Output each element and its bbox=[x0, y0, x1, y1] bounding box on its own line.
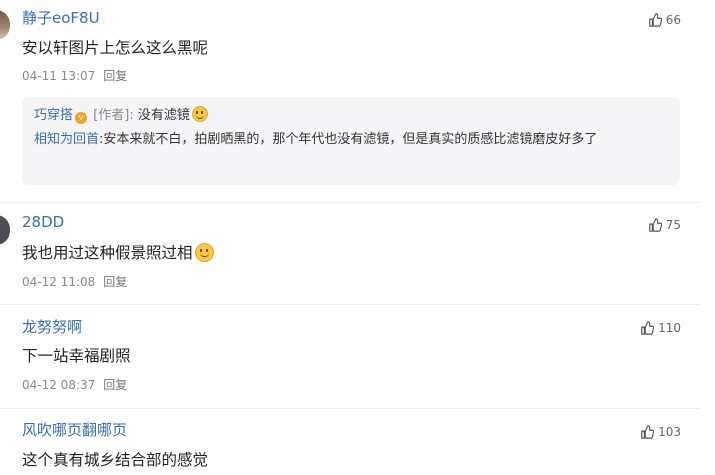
comment-time: 04-12 11:08 bbox=[22, 275, 96, 289]
divider bbox=[0, 304, 700, 305]
thumbs-up-icon bbox=[648, 218, 662, 232]
author-tag: [作者]: bbox=[93, 108, 134, 123]
reply-username[interactable]: 相知为回首 bbox=[34, 132, 99, 147]
comment-username[interactable]: 静子eoF8U bbox=[22, 8, 100, 28]
like-button[interactable]: 75 bbox=[648, 217, 681, 233]
reply-thread: 巧穿搭 v [作者]: 没有滤镜 相知为回首:安本来就不白，拍剧晒黑的，那个年代也… bbox=[22, 97, 680, 185]
thumbs-up-icon bbox=[641, 321, 655, 335]
thumbs-up-icon bbox=[648, 13, 662, 27]
comment-username[interactable]: 龙努努啊 bbox=[22, 317, 82, 337]
reply-item: 巧穿搭 v [作者]: 没有滤镜 bbox=[34, 105, 668, 126]
comment-time: 04-11 13:07 bbox=[22, 69, 96, 83]
reply-button[interactable]: 回复 bbox=[103, 275, 127, 289]
like-button[interactable]: 103 bbox=[640, 424, 681, 440]
reply-button[interactable]: 回复 bbox=[103, 378, 127, 392]
reply-text: 没有滤镜 bbox=[137, 108, 190, 123]
like-button[interactable]: 66 bbox=[648, 12, 681, 28]
comment-meta: 04-12 08:37 回复 bbox=[22, 377, 127, 393]
comment-text: 下一站幸福剧照 bbox=[22, 347, 131, 365]
comment-text: 这个真有城乡结合部的感觉 bbox=[22, 451, 209, 469]
comment-text: 我也用过这种假景照过相 bbox=[22, 242, 214, 264]
comment-text: 安以轩图片上怎么这么黑呢 bbox=[22, 39, 209, 57]
comment-username[interactable]: 28DD bbox=[22, 212, 64, 232]
avatar[interactable] bbox=[0, 10, 10, 40]
comment-text-content: 我也用过这种假景照过相 bbox=[22, 244, 193, 262]
like-count: 66 bbox=[665, 13, 681, 27]
comment-time: 04-12 08:37 bbox=[22, 378, 96, 392]
divider bbox=[0, 202, 700, 203]
reply-text: 安本来就不白，拍剧晒黑的，那个年代也没有滤镜，但是真实的质感比滤镜磨皮好多了 bbox=[103, 132, 598, 147]
like-button[interactable]: 110 bbox=[640, 320, 681, 336]
divider bbox=[0, 408, 700, 409]
like-count: 110 bbox=[658, 321, 681, 335]
like-count: 103 bbox=[658, 425, 681, 439]
comment-meta: 04-11 13:07 回复 bbox=[22, 68, 127, 84]
comment-username[interactable]: 风吹哪页翻哪页 bbox=[22, 420, 127, 440]
reply-username[interactable]: 巧穿搭 bbox=[34, 108, 73, 123]
smile-emoji-icon bbox=[191, 106, 208, 122]
reply-item: 相知为回首:安本来就不白，拍剧晒黑的，那个年代也没有滤镜，但是真实的质感比滤镜磨… bbox=[34, 129, 668, 150]
comment-meta: 04-12 11:08 回复 bbox=[22, 274, 127, 290]
avatar[interactable] bbox=[0, 215, 10, 245]
thumbs-up-icon bbox=[641, 425, 655, 439]
like-count: 75 bbox=[665, 218, 681, 232]
verified-badge-icon: v bbox=[75, 112, 88, 124]
smile-emoji-icon bbox=[194, 243, 214, 262]
reply-button[interactable]: 回复 bbox=[103, 69, 127, 83]
